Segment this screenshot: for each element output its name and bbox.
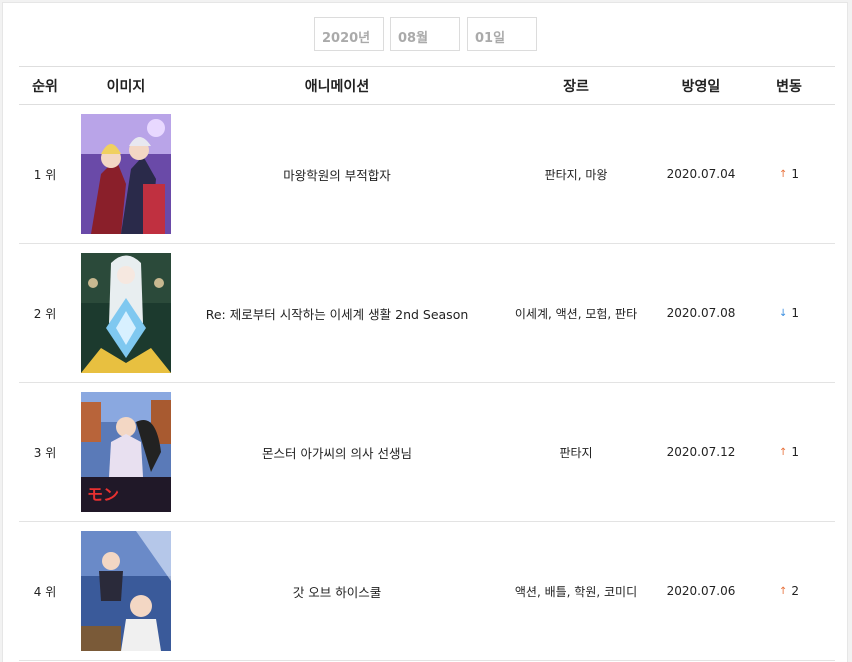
arrow-up-icon: ↑	[778, 585, 788, 597]
day-select[interactable]: 01일	[467, 17, 537, 51]
header-change: 변동	[776, 78, 802, 95]
ranking-panel: 2020년 08월 01일 순위 이미지 애니메이션 장르 방영일 변동 1 위	[2, 2, 848, 662]
table-row[interactable]: 4 위 갓 오브 하이스쿨 액션, 배틀, 학원, 코미디 2020.07.06…	[19, 522, 835, 661]
image-cell: モン	[71, 383, 181, 521]
title-cell[interactable]: 갓 오브 하이스쿨	[181, 522, 493, 660]
header-genre: 장르	[563, 78, 589, 95]
air-date-cell: 2020.07.12	[666, 445, 736, 459]
rank-cell: 1 위	[33, 167, 57, 182]
image-cell	[71, 105, 181, 243]
change-value: 2	[791, 584, 800, 598]
month-select[interactable]: 08월	[390, 17, 460, 51]
air-date-cell: 2020.07.06	[666, 584, 736, 598]
table-row[interactable]: 3 위 モン 몬스터 아가씨의 의사 선생님 판타지 2020.07.12 ↑ …	[19, 383, 835, 522]
change-value: 1	[791, 167, 800, 181]
poster-image[interactable]	[81, 253, 171, 373]
air-date-cell: 2020.07.08	[666, 306, 736, 320]
rank-cell: 4 위	[33, 584, 57, 599]
rank-cell: 3 위	[33, 445, 57, 460]
table-row[interactable]: 2 위 Re: 제로부터 시작하는 이세계 생활 2nd Season 이세계,…	[19, 244, 835, 383]
header-rank: 순위	[32, 78, 58, 95]
poster-image[interactable]: モン	[81, 392, 171, 512]
genre-cell: 액션, 배틀, 학원, 코미디	[514, 584, 638, 599]
air-date-cell: 2020.07.04	[666, 167, 736, 181]
genre-cell: 판타지	[559, 445, 593, 460]
title-cell[interactable]: 마왕학원의 부적합자	[181, 105, 493, 243]
svg-text:モン: モン	[87, 485, 119, 504]
genre-cell: 판타지, 마왕	[544, 167, 608, 182]
poster-image[interactable]	[81, 114, 171, 234]
poster-image[interactable]	[81, 531, 171, 651]
rank-cell: 2 위	[33, 306, 57, 321]
table-header: 순위 이미지 애니메이션 장르 방영일 변동	[19, 66, 835, 105]
change-cell: ↓ 1	[743, 244, 835, 382]
image-cell	[71, 522, 181, 660]
arrow-up-icon: ↑	[778, 168, 788, 180]
change-cell: ↑ 1	[743, 383, 835, 521]
year-select[interactable]: 2020년	[314, 17, 384, 51]
image-cell	[71, 244, 181, 382]
change-value: 1	[791, 306, 800, 320]
header-air-date: 방영일	[681, 78, 721, 95]
header-image: 이미지	[106, 78, 146, 95]
change-cell: ↑ 1	[743, 105, 835, 243]
arrow-up-icon: ↑	[778, 446, 788, 458]
title-cell[interactable]: Re: 제로부터 시작하는 이세계 생활 2nd Season	[181, 244, 493, 382]
table-row[interactable]: 1 위 마왕학원의 부적합자 판타지, 마왕 2020.07.04 ↑ 1	[19, 105, 835, 244]
title-cell[interactable]: 몬스터 아가씨의 의사 선생님	[181, 383, 493, 521]
change-value: 1	[791, 445, 800, 459]
arrow-down-icon: ↓	[778, 307, 788, 319]
ranking-table: 순위 이미지 애니메이션 장르 방영일 변동 1 위 마왕학원의 부적합자 판타…	[19, 66, 835, 661]
header-title: 애니메이션	[304, 78, 370, 95]
genre-cell: 이세계, 액션, 모험, 판타	[514, 306, 638, 321]
change-cell: ↑ 2	[743, 522, 835, 660]
date-selector: 2020년 08월 01일	[3, 17, 847, 53]
